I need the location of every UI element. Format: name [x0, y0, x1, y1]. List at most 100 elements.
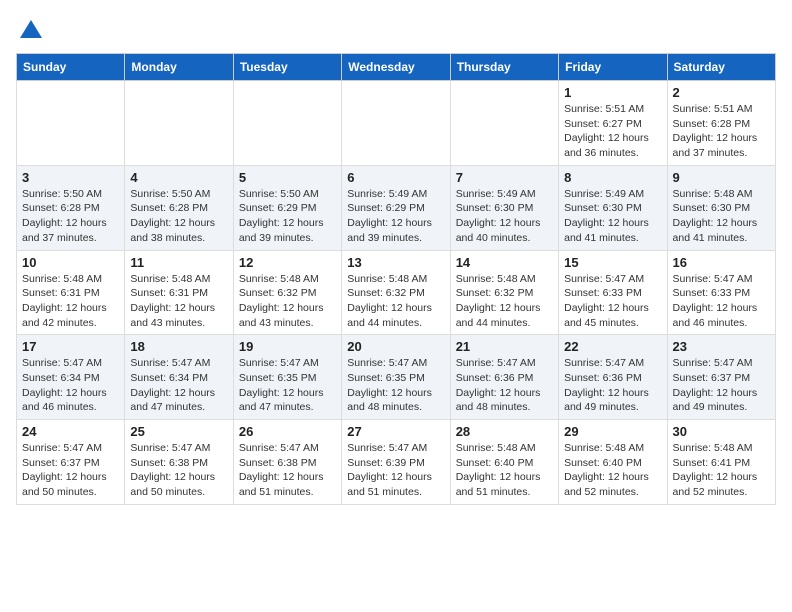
day-info: Sunrise: 5:47 AM Sunset: 6:37 PM Dayligh…: [673, 356, 770, 415]
day-info: Sunrise: 5:47 AM Sunset: 6:38 PM Dayligh…: [130, 441, 227, 500]
day-cell: 24 Sunrise: 5:47 AM Sunset: 6:37 PM Dayli…: [17, 420, 125, 505]
day-cell: 16 Sunrise: 5:47 AM Sunset: 6:33 PM Dayli…: [667, 250, 775, 335]
day-number: 16: [673, 255, 770, 270]
day-number: 7: [456, 170, 553, 185]
day-info: Sunrise: 5:51 AM Sunset: 6:27 PM Dayligh…: [564, 102, 661, 161]
day-cell: 27Sunrise: 5:47 AM Sunset: 6:39 PM Dayli…: [342, 420, 450, 505]
day-number: 15: [564, 255, 661, 270]
weekday-header-row: SundayMondayTuesdayWednesdayThursdayFrid…: [17, 54, 776, 81]
day-cell: 20 Sunrise: 5:47 AM Sunset: 6:35 PM Dayli…: [342, 335, 450, 420]
day-cell: 25 Sunrise: 5:47 AM Sunset: 6:38 PM Dayli…: [125, 420, 233, 505]
day-number: 29: [564, 424, 661, 439]
day-cell: 4 Sunrise: 5:50 AM Sunset: 6:28 PM Daylig…: [125, 165, 233, 250]
day-cell: [125, 81, 233, 166]
day-cell: [342, 81, 450, 166]
week-row-5: 24 Sunrise: 5:47 AM Sunset: 6:37 PM Dayli…: [17, 420, 776, 505]
day-number: 3: [22, 170, 119, 185]
day-cell: 19Sunrise: 5:47 AM Sunset: 6:35 PM Dayli…: [233, 335, 341, 420]
day-info: Sunrise: 5:48 AM Sunset: 6:30 PM Dayligh…: [673, 187, 770, 246]
day-info: Sunrise: 5:50 AM Sunset: 6:28 PM Dayligh…: [130, 187, 227, 246]
day-number: 28: [456, 424, 553, 439]
day-number: 24: [22, 424, 119, 439]
day-cell: 11Sunrise: 5:48 AM Sunset: 6:31 PM Dayli…: [125, 250, 233, 335]
day-cell: 3 Sunrise: 5:50 AM Sunset: 6:28 PM Daylig…: [17, 165, 125, 250]
day-cell: 30 Sunrise: 5:48 AM Sunset: 6:41 PM Dayli…: [667, 420, 775, 505]
day-cell: 5 Sunrise: 5:50 AM Sunset: 6:29 PM Daylig…: [233, 165, 341, 250]
day-info: Sunrise: 5:47 AM Sunset: 6:37 PM Dayligh…: [22, 441, 119, 500]
day-number: 10: [22, 255, 119, 270]
day-info: Sunrise: 5:47 AM Sunset: 6:39 PM Dayligh…: [347, 441, 444, 500]
day-info: Sunrise: 5:47 AM Sunset: 6:34 PM Dayligh…: [22, 356, 119, 415]
day-info: Sunrise: 5:48 AM Sunset: 6:40 PM Dayligh…: [456, 441, 553, 500]
weekday-header-friday: Friday: [559, 54, 667, 81]
day-number: 22: [564, 339, 661, 354]
day-info: Sunrise: 5:47 AM Sunset: 6:36 PM Dayligh…: [564, 356, 661, 415]
day-info: Sunrise: 5:50 AM Sunset: 6:28 PM Dayligh…: [22, 187, 119, 246]
day-number: 21: [456, 339, 553, 354]
day-number: 25: [130, 424, 227, 439]
day-cell: 21 Sunrise: 5:47 AM Sunset: 6:36 PM Dayli…: [450, 335, 558, 420]
day-cell: [450, 81, 558, 166]
day-cell: 13Sunrise: 5:48 AM Sunset: 6:32 PM Dayli…: [342, 250, 450, 335]
day-info: Sunrise: 5:51 AM Sunset: 6:28 PM Dayligh…: [673, 102, 770, 161]
day-info: Sunrise: 5:47 AM Sunset: 6:33 PM Dayligh…: [673, 272, 770, 331]
day-number: 18: [130, 339, 227, 354]
week-row-3: 10 Sunrise: 5:48 AM Sunset: 6:31 PM Dayli…: [17, 250, 776, 335]
day-number: 12: [239, 255, 336, 270]
weekday-header-tuesday: Tuesday: [233, 54, 341, 81]
day-cell: 7 Sunrise: 5:49 AM Sunset: 6:30 PM Daylig…: [450, 165, 558, 250]
day-info: Sunrise: 5:49 AM Sunset: 6:29 PM Dayligh…: [347, 187, 444, 246]
weekday-header-saturday: Saturday: [667, 54, 775, 81]
day-info: Sunrise: 5:48 AM Sunset: 6:32 PM Dayligh…: [456, 272, 553, 331]
day-cell: 18 Sunrise: 5:47 AM Sunset: 6:34 PM Dayli…: [125, 335, 233, 420]
day-number: 5: [239, 170, 336, 185]
header: [16, 16, 776, 45]
logo: [16, 16, 42, 45]
week-row-4: 17 Sunrise: 5:47 AM Sunset: 6:34 PM Dayli…: [17, 335, 776, 420]
calendar-table: SundayMondayTuesdayWednesdayThursdayFrid…: [16, 53, 776, 505]
day-info: Sunrise: 5:47 AM Sunset: 6:35 PM Dayligh…: [347, 356, 444, 415]
day-info: Sunrise: 5:47 AM Sunset: 6:38 PM Dayligh…: [239, 441, 336, 500]
weekday-header-thursday: Thursday: [450, 54, 558, 81]
day-info: Sunrise: 5:49 AM Sunset: 6:30 PM Dayligh…: [564, 187, 661, 246]
day-cell: 1 Sunrise: 5:51 AM Sunset: 6:27 PM Daylig…: [559, 81, 667, 166]
day-cell: [17, 81, 125, 166]
day-cell: 14Sunrise: 5:48 AM Sunset: 6:32 PM Dayli…: [450, 250, 558, 335]
day-number: 26: [239, 424, 336, 439]
day-cell: 29 Sunrise: 5:48 AM Sunset: 6:40 PM Dayli…: [559, 420, 667, 505]
day-number: 1: [564, 85, 661, 100]
day-number: 30: [673, 424, 770, 439]
day-info: Sunrise: 5:48 AM Sunset: 6:41 PM Dayligh…: [673, 441, 770, 500]
day-info: Sunrise: 5:47 AM Sunset: 6:36 PM Dayligh…: [456, 356, 553, 415]
week-row-1: 1 Sunrise: 5:51 AM Sunset: 6:27 PM Daylig…: [17, 81, 776, 166]
day-cell: 28 Sunrise: 5:48 AM Sunset: 6:40 PM Dayli…: [450, 420, 558, 505]
day-cell: 15 Sunrise: 5:47 AM Sunset: 6:33 PM Dayli…: [559, 250, 667, 335]
day-info: Sunrise: 5:47 AM Sunset: 6:34 PM Dayligh…: [130, 356, 227, 415]
day-cell: 17 Sunrise: 5:47 AM Sunset: 6:34 PM Dayli…: [17, 335, 125, 420]
day-info: Sunrise: 5:48 AM Sunset: 6:31 PM Dayligh…: [22, 272, 119, 331]
day-info: Sunrise: 5:50 AM Sunset: 6:29 PM Dayligh…: [239, 187, 336, 246]
day-number: 13: [347, 255, 444, 270]
day-cell: 23Sunrise: 5:47 AM Sunset: 6:37 PM Dayli…: [667, 335, 775, 420]
day-number: 20: [347, 339, 444, 354]
day-info: Sunrise: 5:47 AM Sunset: 6:35 PM Dayligh…: [239, 356, 336, 415]
day-number: 17: [22, 339, 119, 354]
day-cell: 22 Sunrise: 5:47 AM Sunset: 6:36 PM Dayli…: [559, 335, 667, 420]
day-info: Sunrise: 5:48 AM Sunset: 6:40 PM Dayligh…: [564, 441, 661, 500]
day-cell: 9 Sunrise: 5:48 AM Sunset: 6:30 PM Daylig…: [667, 165, 775, 250]
weekday-header-monday: Monday: [125, 54, 233, 81]
day-number: 6: [347, 170, 444, 185]
week-row-2: 3 Sunrise: 5:50 AM Sunset: 6:28 PM Daylig…: [17, 165, 776, 250]
day-cell: [233, 81, 341, 166]
day-info: Sunrise: 5:48 AM Sunset: 6:32 PM Dayligh…: [239, 272, 336, 331]
day-info: Sunrise: 5:48 AM Sunset: 6:31 PM Dayligh…: [130, 272, 227, 331]
day-number: 4: [130, 170, 227, 185]
day-cell: 8Sunrise: 5:49 AM Sunset: 6:30 PM Daylig…: [559, 165, 667, 250]
day-number: 9: [673, 170, 770, 185]
day-cell: 2Sunrise: 5:51 AM Sunset: 6:28 PM Daylig…: [667, 81, 775, 166]
day-info: Sunrise: 5:47 AM Sunset: 6:33 PM Dayligh…: [564, 272, 661, 331]
weekday-header-sunday: Sunday: [17, 54, 125, 81]
day-cell: 10 Sunrise: 5:48 AM Sunset: 6:31 PM Dayli…: [17, 250, 125, 335]
day-info: Sunrise: 5:49 AM Sunset: 6:30 PM Dayligh…: [456, 187, 553, 246]
day-cell: 6 Sunrise: 5:49 AM Sunset: 6:29 PM Daylig…: [342, 165, 450, 250]
